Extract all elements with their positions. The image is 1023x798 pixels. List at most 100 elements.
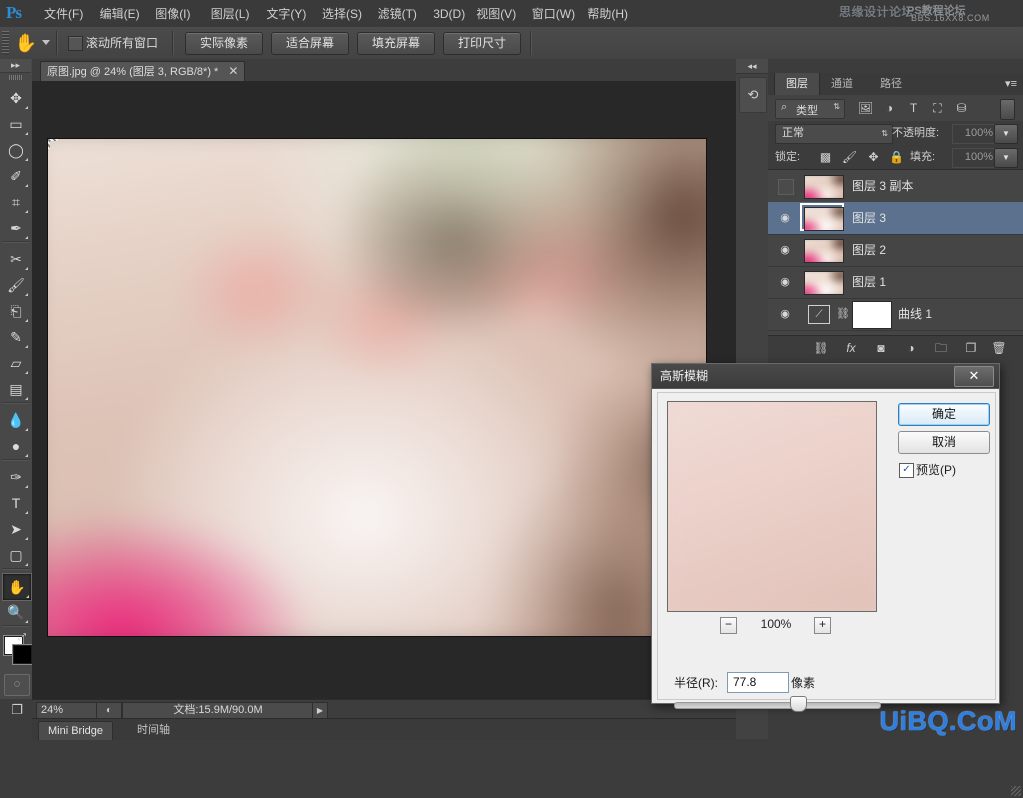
eye-icon[interactable]: ◉ xyxy=(776,274,794,290)
preview-checkbox[interactable]: ✓ xyxy=(899,463,914,478)
blur-tool[interactable]: 💧 xyxy=(2,407,30,433)
eye-icon-off[interactable] xyxy=(778,179,794,195)
menu-item-7[interactable]: 3D(D) xyxy=(429,5,469,23)
gradient-tool[interactable]: ▤ xyxy=(2,376,30,402)
document-tab[interactable]: 原图.jpg @ 24% (图层 3, RGB/8*) * ✕ xyxy=(40,61,246,82)
radius-input[interactable]: 77.8 xyxy=(727,672,789,693)
close-icon[interactable]: ✕ xyxy=(228,64,238,78)
default-colors-icon[interactable] xyxy=(2,655,11,664)
menu-item-4[interactable]: 文字(Y) xyxy=(262,5,310,23)
layer-row[interactable]: ◉ 图层 2 xyxy=(768,234,1023,267)
print-size-button[interactable]: 打印尺寸 xyxy=(443,32,521,55)
layer-row[interactable]: ◉ 图层 3 xyxy=(768,202,1023,235)
adjustment-filter-icon[interactable]: ◑ xyxy=(880,101,899,116)
preview-zoom-in-button[interactable]: + xyxy=(814,617,831,634)
menu-item-0[interactable]: 文件(F) xyxy=(40,5,87,23)
menu-item-5[interactable]: 选择(S) xyxy=(318,5,366,23)
zoom-level-field[interactable]: 24% xyxy=(36,702,98,719)
type-filter-icon[interactable]: T xyxy=(904,101,923,116)
eye-icon[interactable]: ◉ xyxy=(776,306,794,322)
rectangle-tool[interactable]: ▢ xyxy=(2,542,30,568)
crop-tool[interactable]: ⌗ xyxy=(2,189,30,215)
cancel-button[interactable]: 取消 xyxy=(898,431,990,454)
menu-item-10[interactable]: 帮助(H) xyxy=(583,5,632,23)
zoom-tool[interactable]: 🔍 xyxy=(2,599,30,625)
menu-item-1[interactable]: 编辑(E) xyxy=(96,5,144,23)
toolbox-gripper[interactable] xyxy=(9,75,23,80)
delete-layer-button[interactable]: 🗑 xyxy=(988,340,1010,357)
dialog-title-bar[interactable]: 高斯模糊 ✕ xyxy=(652,364,999,389)
menu-item-9[interactable]: 窗口(W) xyxy=(528,5,579,23)
background-color-swatch[interactable] xyxy=(13,645,32,664)
eye-icon[interactable]: ◉ xyxy=(776,242,794,258)
shape-filter-icon[interactable]: ⛶ xyxy=(928,101,947,116)
lock-transparent-pixels-icon[interactable]: ▩ xyxy=(816,149,835,165)
layer-thumbnail[interactable] xyxy=(804,239,844,263)
history-brush-tool[interactable]: ✎ xyxy=(2,324,30,350)
quick-selection-tool[interactable]: ✐ xyxy=(2,163,30,189)
curves-adjustment-icon[interactable]: ⟋ xyxy=(808,305,830,324)
horizontal-type-tool[interactable]: T xyxy=(2,490,30,516)
menu-item-8[interactable]: 视图(V) xyxy=(472,5,520,23)
clone-stamp-tool[interactable]: ⎗ xyxy=(2,298,30,324)
document-canvas[interactable] xyxy=(48,139,706,636)
toolbox-collapse-button[interactable]: ▸▸ xyxy=(0,59,31,73)
layer-mask-thumbnail[interactable] xyxy=(852,301,892,329)
lock-all-icon[interactable]: 🔒 xyxy=(887,149,906,165)
eye-icon[interactable]: ◉ xyxy=(776,210,794,226)
layer-row[interactable]: ◉ 图层 1 xyxy=(768,266,1023,299)
layer-thumbnail[interactable] xyxy=(804,175,844,199)
tool-preset-chevron-down-icon[interactable] xyxy=(42,40,50,45)
hand-tool-icon[interactable]: ✋ xyxy=(13,31,39,55)
eyedropper-tool[interactable]: ✒ xyxy=(2,215,30,241)
lasso-tool[interactable]: ◯ xyxy=(2,137,30,163)
tab-channels[interactable]: 通道 xyxy=(820,73,864,95)
radius-slider-knob[interactable] xyxy=(790,696,807,712)
menu-item-6[interactable]: 滤镜(T) xyxy=(374,5,421,23)
layer-style-button[interactable]: fx xyxy=(840,340,862,357)
actual-pixels-button[interactable]: 实际像素 xyxy=(185,32,263,55)
menu-item-2[interactable]: 图像(I) xyxy=(151,5,194,23)
panel-resize-handle[interactable] xyxy=(1011,786,1021,796)
screen-mode-icon[interactable]: ❐ xyxy=(4,700,30,719)
tab-mini-bridge[interactable]: Mini Bridge xyxy=(38,721,114,740)
lock-image-pixels-icon[interactable]: 🖌 xyxy=(840,149,859,165)
fill-value[interactable]: 100% xyxy=(952,148,998,168)
hand-tool[interactable]: ✋ xyxy=(2,573,32,601)
link-mask-icon[interactable]: ⛓ xyxy=(836,306,850,322)
gaussian-blur-dialog[interactable]: 高斯模糊 ✕ − 100% + 半径(R): 77.8 像素 确定 取消 ✓ 预… xyxy=(651,363,1000,712)
ok-button[interactable]: 确定 xyxy=(898,403,990,426)
blur-preview[interactable] xyxy=(667,401,877,612)
menu-item-3[interactable]: 图层(L) xyxy=(207,5,254,23)
pixel-filter-icon[interactable]: 🖼 xyxy=(856,101,875,116)
eraser-tool[interactable]: ▱ xyxy=(2,350,30,376)
rectangular-marquee-tool[interactable]: ▭ xyxy=(2,111,30,137)
layer-row[interactable]: ◉ ⟋ ⛓ 曲线 1 xyxy=(768,298,1023,331)
document-profile-icon[interactable]: ◐ xyxy=(96,702,122,719)
fill-chevron-down-icon[interactable]: ▼ xyxy=(994,148,1018,168)
status-menu-arrow-icon[interactable]: ▶ xyxy=(312,702,328,719)
radius-slider-track[interactable] xyxy=(674,702,881,709)
close-icon[interactable]: ✕ xyxy=(954,366,994,387)
tab-layers[interactable]: 图层 xyxy=(774,73,820,95)
new-layer-button[interactable]: ❐ xyxy=(960,340,982,357)
link-layers-button[interactable]: ⛓ xyxy=(810,340,832,357)
layer-row[interactable]: 图层 3 副本 xyxy=(768,170,1023,203)
layer-thumbnail[interactable] xyxy=(804,207,844,231)
new-fill-adjustment-layer-button[interactable]: ◑ xyxy=(900,340,922,357)
fit-screen-button[interactable]: 适合屏幕 xyxy=(271,32,349,55)
expand-panels-button[interactable]: ◂◂ xyxy=(736,59,768,74)
scroll-all-windows-checkbox[interactable] xyxy=(68,36,83,51)
opacity-value[interactable]: 100% xyxy=(952,124,998,144)
panel-menu-icon[interactable]: ▾≡ xyxy=(999,77,1017,91)
preview-zoom-out-button[interactable]: − xyxy=(720,617,737,634)
tab-paths[interactable]: 路径 xyxy=(869,73,913,95)
fill-screen-button[interactable]: 填充屏幕 xyxy=(357,32,435,55)
spot-healing-brush-tool[interactable]: ✂ xyxy=(2,246,30,272)
filter-enable-toggle[interactable] xyxy=(1000,99,1015,120)
move-tool[interactable]: ✥ xyxy=(2,85,30,111)
blend-mode-select[interactable]: 正常 ⇅ xyxy=(775,124,893,144)
canvas-area[interactable] xyxy=(32,81,736,699)
filter-kind-select[interactable]: ⌕ 类型 ⇅ xyxy=(775,99,845,119)
pen-tool[interactable]: ✑ xyxy=(2,464,30,490)
